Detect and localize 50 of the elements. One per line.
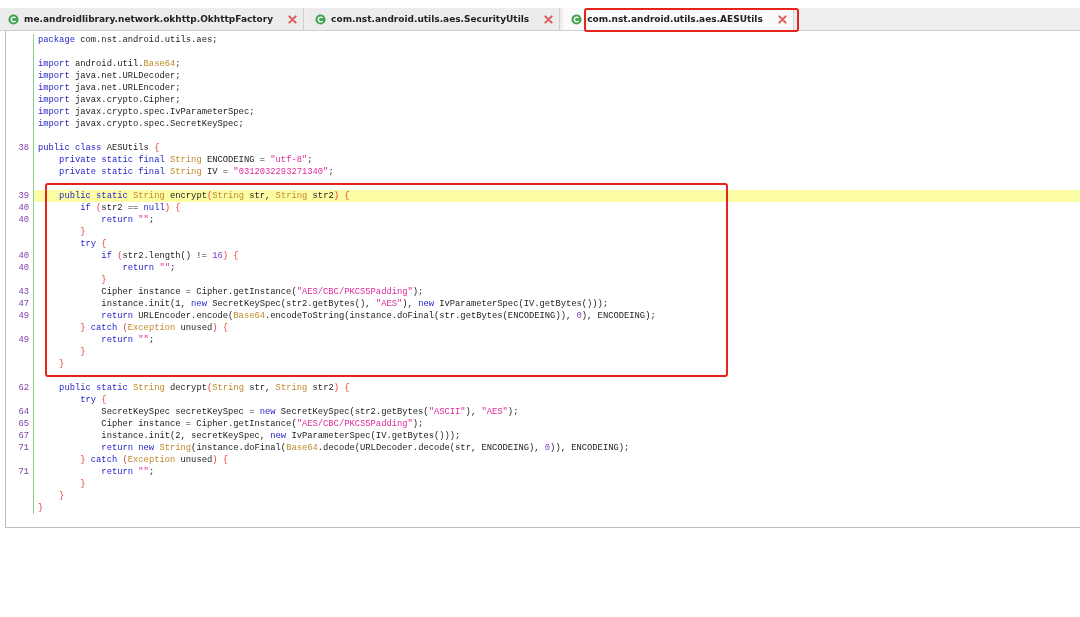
line-number: 49 <box>6 334 34 346</box>
line-number: 40 <box>6 250 34 262</box>
line-number: 49 <box>6 310 34 322</box>
code-line: import android.util.Base64; <box>37 58 182 70</box>
code-line: Cipher instance = Cipher.getInstance("AES/CBC/PKCS5Padding"); <box>100 418 425 430</box>
code-line: } <box>100 274 108 286</box>
code-line: import java.net.URLEncoder; <box>37 82 182 94</box>
line-number: 67 <box>6 430 34 442</box>
code-line: instance.init(1, new SecretKeySpec(str2.getBytes(), "AES"), new IvParameterSpec(IV.getBytes())); <box>100 298 610 310</box>
line-number: 38 <box>6 130 34 154</box>
line-number: 64 <box>6 406 34 418</box>
code-line: if (str2.length() != 16) { <box>100 250 240 262</box>
code-line: import java.net.URLDecoder; <box>37 70 182 82</box>
code-line: } <box>79 478 87 490</box>
code-line: import javax.crypto.Cipher; <box>37 94 182 106</box>
code-line: try { <box>79 238 108 250</box>
code-line: } <box>58 358 66 370</box>
line-number: 71 <box>6 466 34 478</box>
code-line: public class AESUtils { <box>37 142 161 154</box>
code-line: } catch (Exception unused) { <box>79 454 230 466</box>
code-line: } <box>58 490 66 502</box>
code-line: import javax.crypto.spec.SecretKeySpec; <box>37 118 245 130</box>
code-line: return ""; <box>100 334 156 346</box>
line-number: 71 <box>6 442 34 454</box>
code-line: } <box>79 346 87 358</box>
line-number: 65 <box>6 418 34 430</box>
code-line: if (str2 == null) { <box>79 202 182 214</box>
line-number: 47 <box>6 298 34 310</box>
code-line: private static final String ENCODEING = "utf-8"; <box>58 154 314 166</box>
code-line: private static final String IV = "0312032293271340"; <box>58 166 335 178</box>
code-line: SecretKeySpec secretKeySpec = new SecretKeySpec(str2.getBytes("ASCII"), "AES"); <box>100 406 520 418</box>
code-line: return URLEncoder.encode(Base64.encodeToString(instance.doFinal(str.getBytes(ENCODEING)), 0), ENCODEING); <box>100 310 657 322</box>
line-number: 40 <box>6 202 34 214</box>
code-line: Cipher instance = Cipher.getInstance("AES/CBC/PKCS5Padding"); <box>100 286 425 298</box>
line-number: 43 <box>6 286 34 298</box>
code-line: return ""; <box>100 214 156 226</box>
code-line: try { <box>79 394 108 406</box>
code-line: } catch (Exception unused) { <box>79 322 230 334</box>
code-line: return ""; <box>100 466 156 478</box>
code-line: instance.init(2, secretKeySpec, new IvParameterSpec(IV.getBytes())); <box>100 430 462 442</box>
code-line: import javax.crypto.spec.IvParameterSpec; <box>37 106 256 118</box>
line-number: 40 <box>6 214 34 226</box>
code-line: return new String(instance.doFinal(Base64.decode(URLDecoder.decode(str, ENCODEING), 0)), ENCODEING); <box>100 442 631 454</box>
line-number: 40 <box>6 262 34 274</box>
code-line: } <box>79 226 87 238</box>
line-number: 62 <box>6 370 34 394</box>
code-line: return ""; <box>121 262 177 274</box>
code-line: public static String decrypt(String str, String str2) { <box>58 382 351 394</box>
code-line: } <box>37 502 45 514</box>
code-line: package com.nst.android.utils.aes; <box>37 34 219 46</box>
